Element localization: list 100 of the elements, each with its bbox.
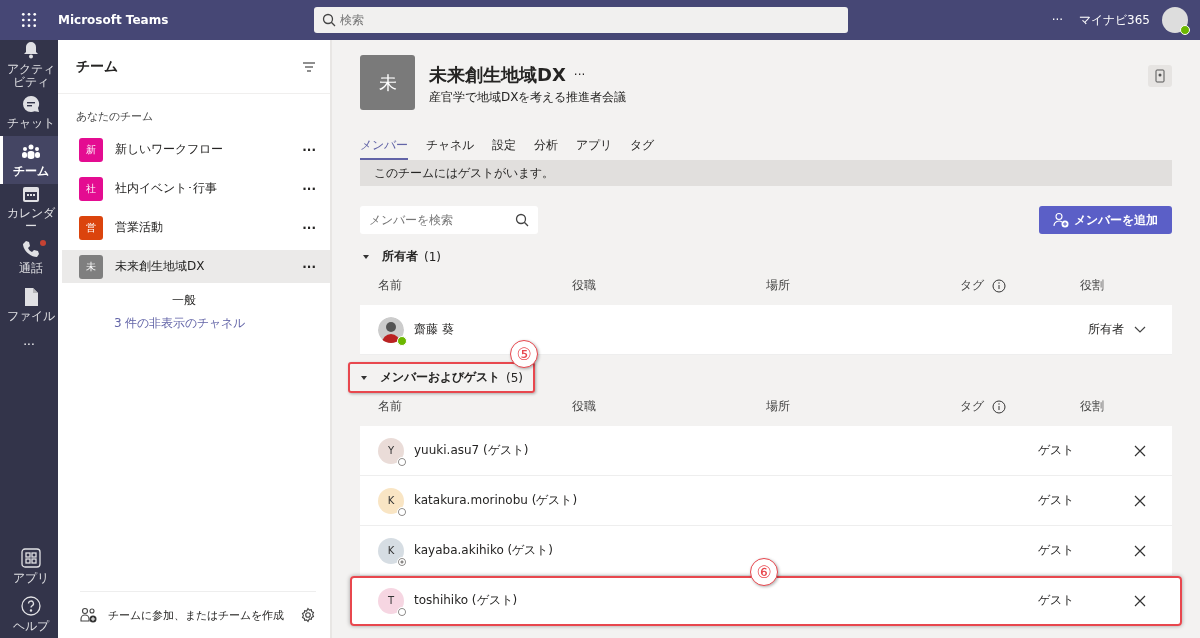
add-person-icon xyxy=(1053,212,1069,228)
member-avatar: T xyxy=(378,587,404,614)
channel-item[interactable]: 一般 xyxy=(58,286,330,313)
more-button[interactable]: ··· xyxy=(302,220,316,235)
close-icon[interactable] xyxy=(1134,444,1146,457)
rail-label: チーム xyxy=(11,165,50,178)
panel-title: チーム xyxy=(76,57,118,76)
column-header: 名前 xyxy=(378,398,403,415)
filter-icon[interactable] xyxy=(302,60,316,73)
member-name: 齋藤 葵 xyxy=(414,321,455,338)
column-header: 役職 xyxy=(572,398,597,415)
column-header: 役職 xyxy=(572,277,597,294)
search-field[interactable]: 検索 xyxy=(314,7,848,33)
rail-item[interactable]: ヘルプ xyxy=(0,590,58,638)
member-role[interactable]: ゲスト xyxy=(1038,492,1074,509)
join-create-team-link[interactable]: チームに参加、またはチームを作成 xyxy=(108,607,290,623)
member-name: kayaba.akihiko (ゲスト) xyxy=(414,542,554,559)
section-header[interactable]: メンバーおよびゲスト (5) xyxy=(348,362,535,393)
search-icon xyxy=(322,13,336,27)
team-name: 社内イベント･行事 xyxy=(115,180,218,197)
tab[interactable]: 分析 xyxy=(534,137,558,160)
rail-item[interactable]: アプリ xyxy=(0,542,58,590)
search-icon xyxy=(515,213,529,227)
apps-icon xyxy=(19,547,42,570)
member-avatar: Y xyxy=(378,437,404,464)
member-name: katakura.morinobu (ゲスト) xyxy=(414,492,579,509)
team-item[interactable]: 営 営業活動 ··· xyxy=(62,211,330,244)
member-name: toshihiko (ゲスト) xyxy=(414,592,519,609)
tab[interactable]: タグ xyxy=(630,137,654,160)
rail-item[interactable]: チーム xyxy=(0,136,58,185)
member-role[interactable]: 所有者 xyxy=(1088,321,1124,338)
help-icon xyxy=(19,595,42,618)
team-item[interactable]: 未 未来創生地域DX ··· xyxy=(62,250,330,283)
info-icon[interactable] xyxy=(992,399,1006,414)
calendar-icon xyxy=(20,184,41,205)
tab[interactable]: 設定 xyxy=(492,137,516,160)
rail-label: アクティビティ xyxy=(5,63,56,89)
tab[interactable]: アプリ xyxy=(576,137,612,160)
more-button[interactable]: ··· xyxy=(1051,13,1064,27)
team-name: 新しいワークフロー xyxy=(115,141,224,158)
column-header: タグ xyxy=(960,398,984,415)
team-tile: 営 xyxy=(79,215,103,240)
rail-label: チャット xyxy=(5,117,56,130)
join-team-icon xyxy=(80,607,98,623)
column-header: 役割 xyxy=(1080,277,1105,294)
rail-label: ヘルプ xyxy=(11,620,51,633)
column-header: 場所 xyxy=(766,277,791,294)
team-avatar: 未 xyxy=(360,55,415,110)
section-label: あなたのチーム xyxy=(75,109,154,125)
add-member-button[interactable]: メンバーを追加 xyxy=(1039,206,1172,234)
org-name: マイナビ365 xyxy=(1079,11,1150,29)
chevron-down-icon[interactable] xyxy=(1134,325,1146,334)
column-header: タグ xyxy=(960,277,984,294)
hidden-channels-link[interactable]: 3 件の非表示のチャネル xyxy=(58,313,330,336)
rail-item[interactable]: アクティビティ xyxy=(0,40,58,89)
team-description: 産官学で地域DXを考える推進者会議 xyxy=(429,89,628,106)
more-button[interactable]: ··· xyxy=(302,259,316,274)
more-button[interactable]: ··· xyxy=(573,68,586,82)
caret-icon xyxy=(362,252,370,261)
team-item[interactable]: 社 社内イベント･行事 ··· xyxy=(62,172,330,205)
member-avatar: K xyxy=(378,537,404,564)
team-title: 未来創生地域DX xyxy=(429,63,566,87)
team-tile: 新 xyxy=(79,137,103,162)
close-icon[interactable] xyxy=(1134,594,1146,607)
rail-item[interactable]: チャット xyxy=(0,88,58,137)
more-button[interactable]: ··· xyxy=(302,142,316,157)
app-title: Microsoft Teams xyxy=(58,13,170,27)
team-tile: 未 xyxy=(79,254,103,279)
chat-icon xyxy=(20,94,41,115)
member-search-field[interactable]: メンバーを検索 xyxy=(360,206,538,234)
more-apps-button[interactable]: ··· xyxy=(0,328,58,363)
member-role[interactable]: ゲスト xyxy=(1038,542,1074,559)
app-launcher-icon[interactable] xyxy=(21,12,37,28)
column-header: 名前 xyxy=(378,277,403,294)
rail-label: 通話 xyxy=(17,261,44,275)
member-avatar: K xyxy=(378,487,404,514)
rail-label: カレンダー xyxy=(5,207,56,233)
close-icon[interactable] xyxy=(1134,494,1146,507)
info-icon[interactable] xyxy=(992,278,1006,293)
rail-item[interactable]: 通話 xyxy=(0,232,58,281)
member-role[interactable]: ゲスト xyxy=(1038,592,1074,609)
team-item[interactable]: 新 新しいワークフロー ··· xyxy=(62,133,330,166)
column-header: 役割 xyxy=(1080,398,1105,415)
profile-avatar[interactable] xyxy=(1162,7,1188,33)
team-name: 未来創生地域DX xyxy=(115,258,206,275)
notification-dot xyxy=(40,240,46,247)
member-role[interactable]: ゲスト xyxy=(1038,442,1074,459)
column-header: 場所 xyxy=(766,398,791,415)
phone-icon xyxy=(20,238,41,259)
rail-item[interactable]: カレンダー xyxy=(0,184,58,233)
close-icon[interactable] xyxy=(1134,544,1146,557)
tab[interactable]: チャネル xyxy=(426,137,474,160)
team-name: 営業活動 xyxy=(115,219,164,236)
member-name: yuuki.asu7 (ゲスト) xyxy=(414,442,530,459)
caret-icon xyxy=(360,373,368,382)
section-header[interactable]: 所有者 (1) xyxy=(360,241,453,272)
rail-label: アプリ xyxy=(11,572,50,585)
rail-item[interactable]: ファイル xyxy=(0,280,58,329)
settings-icon[interactable] xyxy=(300,607,316,623)
more-button[interactable]: ··· xyxy=(302,181,316,196)
